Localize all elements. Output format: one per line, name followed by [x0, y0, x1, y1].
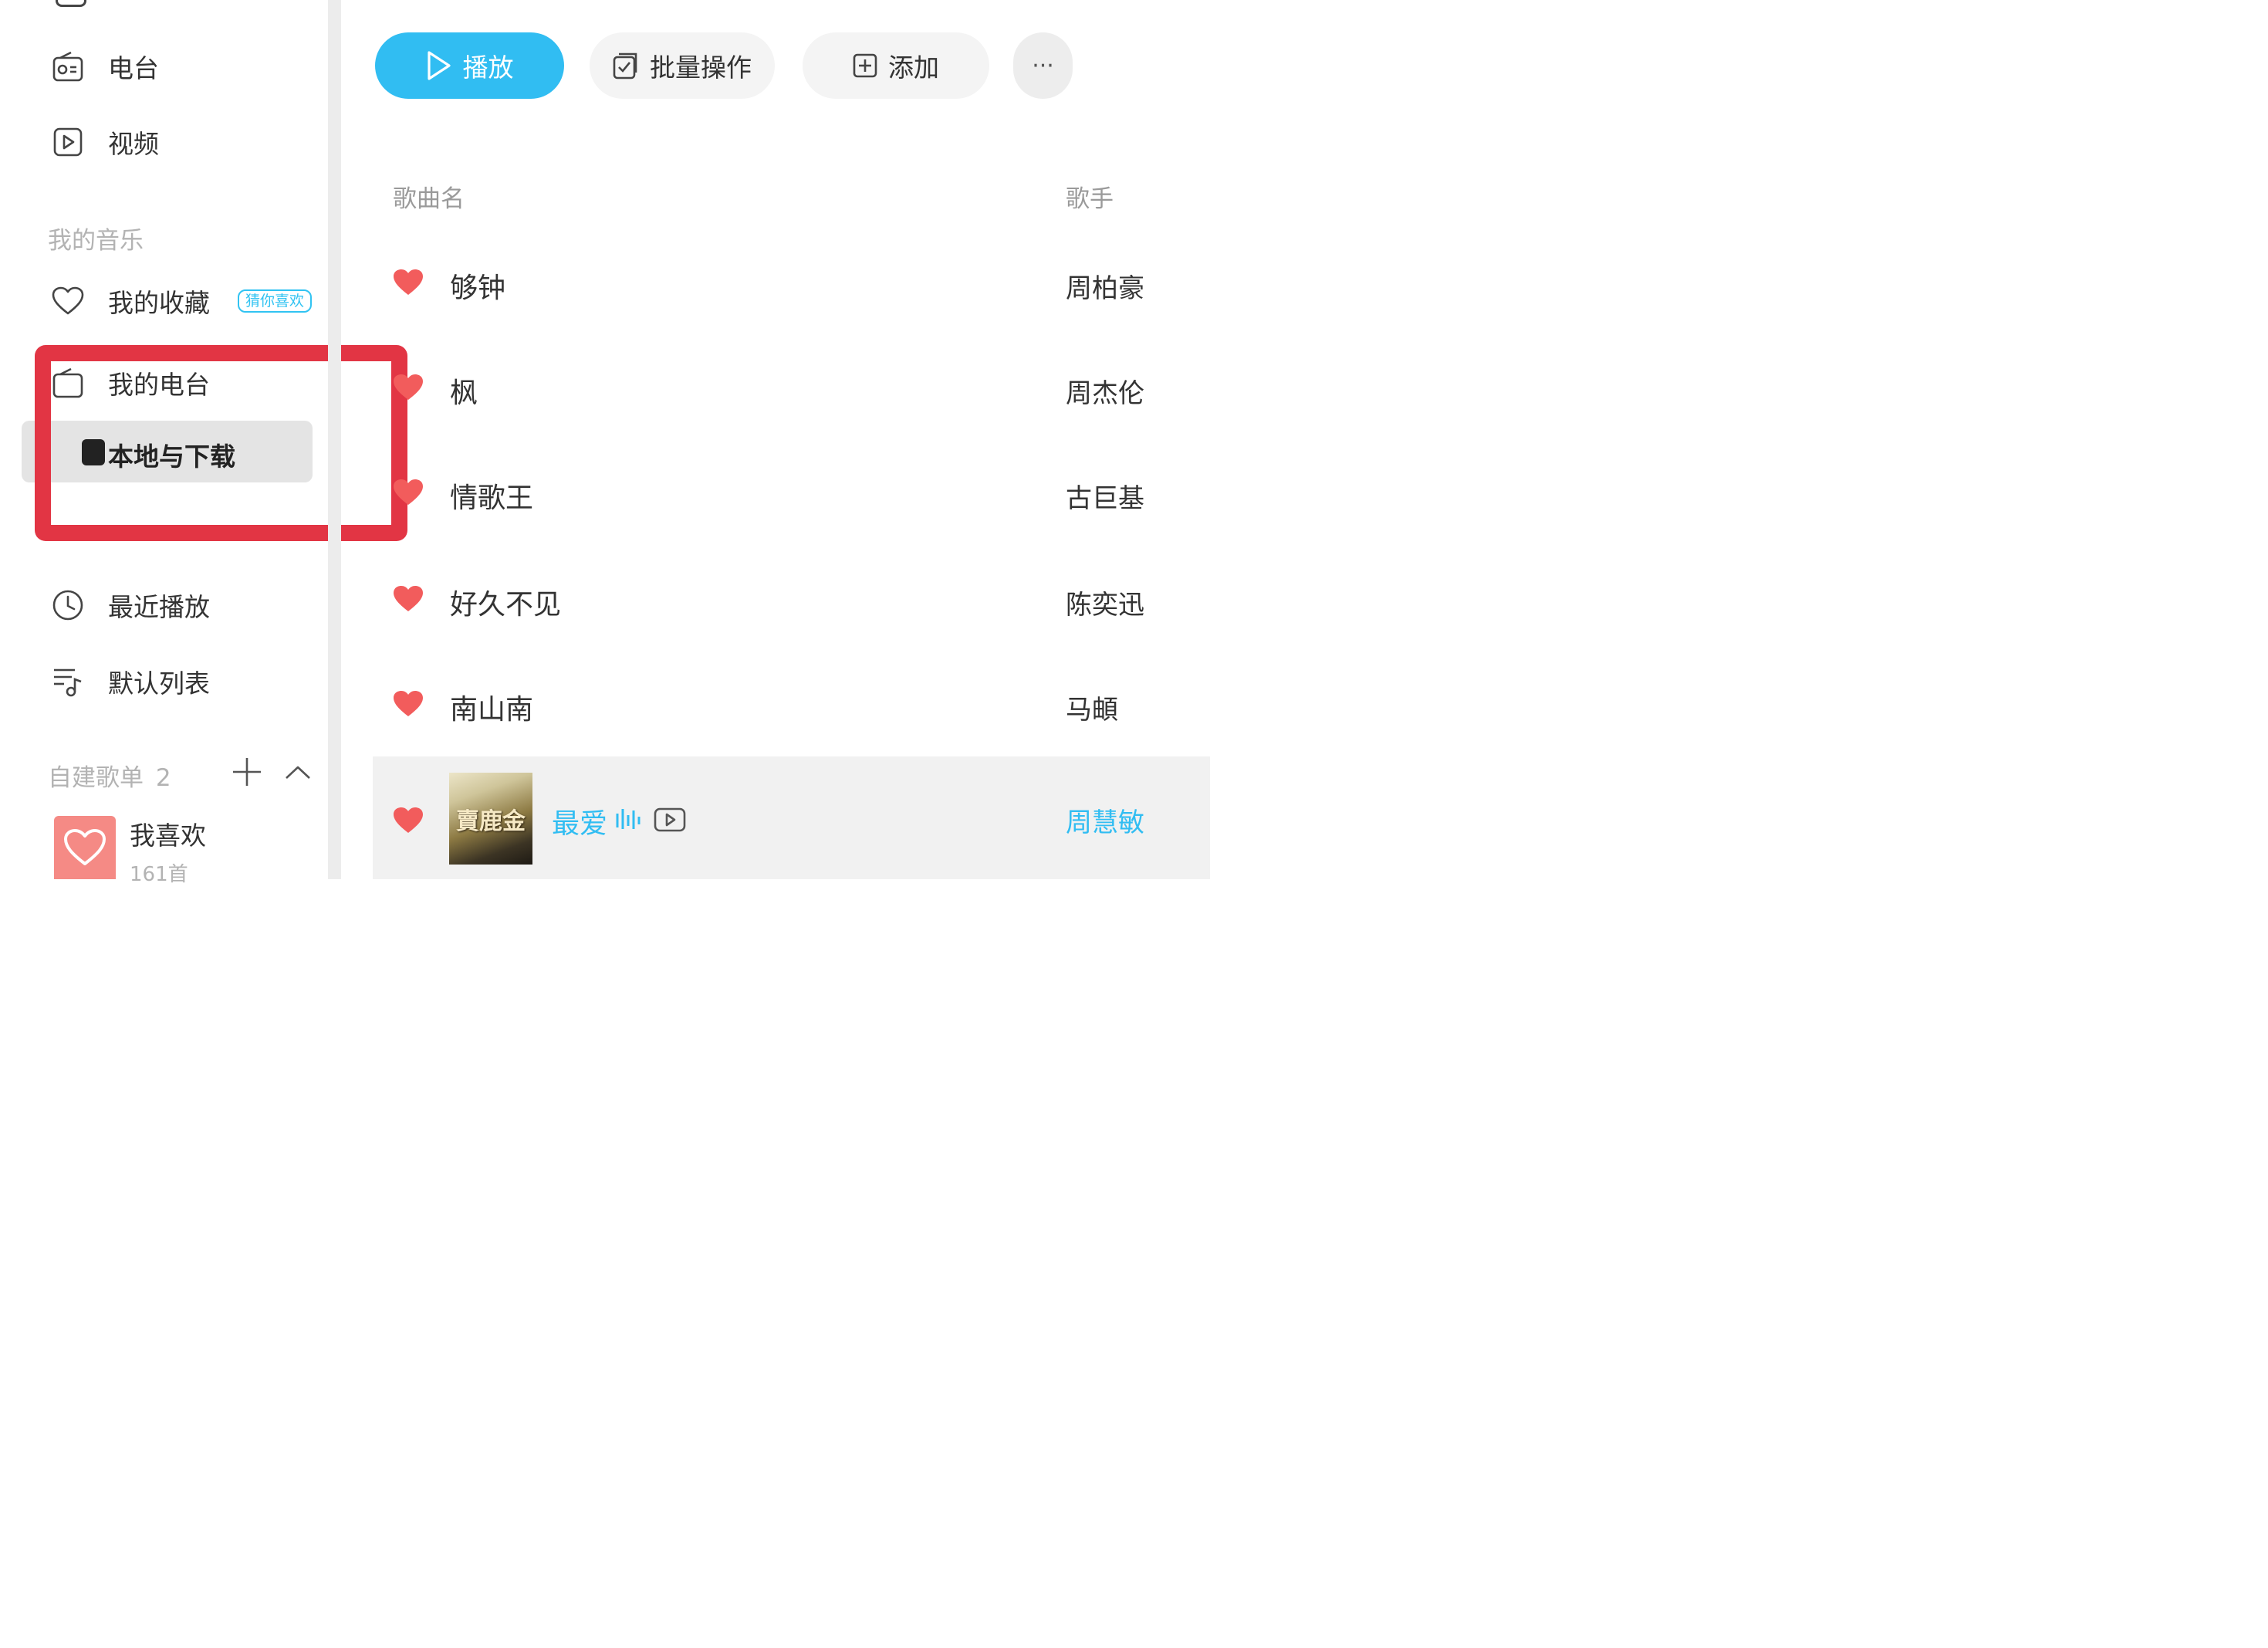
table-row-playing[interactable]: 賣鹿金 最爱 周慧敏 [373, 756, 1210, 879]
play-all-label: 播放 [462, 52, 514, 83]
sidebar-item-label: 视频 [108, 129, 159, 159]
song-artist[interactable]: 陈奕迅 [1066, 584, 1144, 621]
song-artist[interactable]: 古巨基 [1066, 477, 1144, 515]
sidebar-item-cutoff[interactable] [56, 0, 86, 7]
heart-filled-icon[interactable] [393, 585, 424, 613]
song-artist[interactable]: 周杰伦 [1066, 372, 1144, 410]
sidebar-scrollbar[interactable] [328, 0, 341, 879]
heart-filled-icon[interactable] [393, 807, 424, 834]
table-row[interactable]: 够钟 周柏豪 [373, 232, 1210, 337]
table-row[interactable]: 枫 周杰伦 [373, 337, 1210, 442]
playlists-title: 自建歌单 [48, 764, 144, 792]
recommend-badge[interactable]: 猜你喜欢 [238, 289, 313, 313]
table-row[interactable]: 情歌王 古巨基 [373, 442, 1210, 547]
album-cover[interactable]: 賣鹿金 [449, 773, 532, 865]
heart-outline-icon [48, 281, 88, 321]
song-title: 最爱 [552, 808, 608, 840]
plus-box-icon [853, 53, 877, 78]
playlist-cover-heart-icon[interactable] [54, 816, 116, 879]
sidebar-item-default-list[interactable]: 默认列表 [48, 658, 210, 705]
song-title: 够钟 [450, 272, 506, 304]
play-icon [426, 50, 452, 81]
song-artist[interactable]: 周慧敏 [1066, 801, 1144, 839]
add-label: 添加 [888, 52, 939, 83]
sidebar-item-radio[interactable]: 电台 [48, 43, 159, 90]
sidebar-item-label: 电台 [108, 53, 159, 83]
checkbox-icon [613, 52, 639, 80]
album-cover-text: 賣鹿金 [456, 807, 526, 835]
sidebar-item-video[interactable]: 视频 [48, 119, 159, 165]
sidebar-item-recent[interactable]: 最近播放 [48, 582, 210, 628]
batch-operation-label: 批量操作 [650, 52, 752, 83]
heart-filled-icon[interactable] [393, 374, 424, 401]
playlist-icon [48, 662, 88, 702]
song-title: 南山南 [450, 694, 534, 726]
sidebar-item-label: 我的收藏 [108, 288, 210, 318]
song-title: 情歌王 [450, 482, 534, 514]
add-button[interactable]: 添加 [803, 32, 989, 99]
section-title-my-music: 我的音乐 [48, 227, 144, 255]
add-playlist-icon[interactable] [232, 755, 262, 789]
table-row[interactable]: 好久不见 陈奕迅 [373, 547, 1210, 651]
song-title: 枫 [450, 377, 478, 409]
clock-icon [48, 585, 88, 625]
column-header-artist[interactable]: 歌手 [1066, 179, 1114, 214]
now-playing-icon [616, 807, 641, 834]
more-options-button[interactable]: ··· [1013, 32, 1073, 99]
mv-icon[interactable] [654, 807, 686, 835]
playlists-count: 2 [155, 764, 171, 792]
table-row[interactable]: 南山南 马頔 [373, 651, 1210, 756]
chevron-up-icon[interactable] [284, 763, 312, 781]
heart-filled-icon[interactable] [393, 269, 424, 296]
heart-filled-icon[interactable] [393, 479, 424, 506]
highlight-annotation-box [35, 345, 407, 541]
column-header-title[interactable]: 歌曲名 [393, 179, 465, 214]
batch-operation-button[interactable]: 批量操作 [590, 32, 775, 99]
song-artist[interactable]: 马頔 [1066, 689, 1118, 726]
more-icon: ··· [1032, 52, 1054, 80]
sidebar-item-label: 默认列表 [108, 668, 210, 699]
playlist-name[interactable]: 我喜欢 [130, 815, 206, 852]
song-artist[interactable]: 周柏豪 [1066, 267, 1144, 305]
video-icon [48, 122, 88, 162]
radio-icon [48, 46, 88, 86]
song-title: 好久不见 [450, 589, 562, 621]
sidebar-item-label: 最近播放 [108, 592, 210, 622]
sidebar-item-favorites[interactable]: 我的收藏 猜你喜欢 [48, 278, 313, 324]
playlist-track-count: 161首 [130, 863, 188, 886]
heart-filled-icon[interactable] [393, 690, 424, 718]
section-title-playlists: 自建歌单 2 [48, 758, 171, 793]
sidebar: 电台 视频 我的音乐 我的收藏 猜你喜欢 我的电台 本地与下载 最近播放 默认列… [0, 0, 407, 886]
play-all-button[interactable]: 播放 [375, 32, 564, 99]
